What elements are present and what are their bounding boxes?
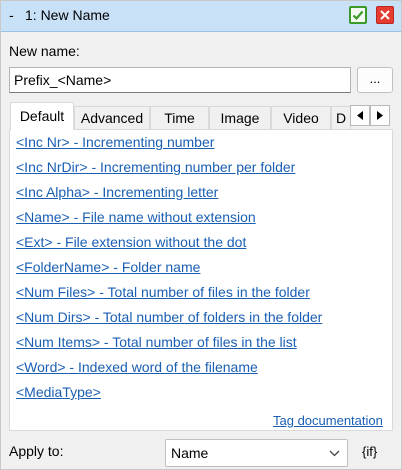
tab-video[interactable]: Video <box>271 106 331 130</box>
tag-link-ext[interactable]: <Ext> - File extension without the dot <box>16 234 246 250</box>
tag-link-num-items[interactable]: <Num Items> - Total number of files in t… <box>16 334 297 350</box>
tag-link-word[interactable]: <Word> - Indexed word of the filename <box>16 359 258 375</box>
arrow-left-icon <box>357 111 363 120</box>
close-button[interactable] <box>376 6 394 24</box>
tab-image[interactable]: Image <box>209 106 271 130</box>
checkmark-icon <box>352 10 364 21</box>
new-name-panel: - 1: New Name New name: Prefix_<Name> ..… <box>0 0 402 470</box>
chevron-down-icon <box>329 450 340 457</box>
tag-link-foldername[interactable]: <FolderName> - Folder name <box>16 259 200 275</box>
panel-title: 1: New Name <box>25 7 110 23</box>
tab-advanced[interactable]: Advanced <box>74 106 150 130</box>
close-icon <box>380 10 390 20</box>
condition-label[interactable]: {if} <box>362 444 377 459</box>
tag-link-num-files[interactable]: <Num Files> - Total number of files in t… <box>16 284 310 300</box>
tag-link-num-dirs[interactable]: <Num Dirs> - Total number of folders in … <box>16 309 322 325</box>
new-name-label: New name: <box>9 43 80 59</box>
browse-button[interactable]: ... <box>357 67 393 93</box>
tab-d[interactable]: D <box>331 106 351 130</box>
tag-link-inc-nrdir[interactable]: <Inc NrDir> - Incrementing number per fo… <box>16 159 295 175</box>
arrow-right-icon <box>377 111 383 120</box>
new-name-input[interactable]: Prefix_<Name> <box>9 67 351 93</box>
tag-link-inc-nr[interactable]: <Inc Nr> - Incrementing number <box>16 134 214 150</box>
apply-to-label: Apply to: <box>9 443 64 459</box>
tab-time[interactable]: Time <box>150 106 209 130</box>
apply-to-select[interactable]: Name <box>165 439 348 467</box>
tab-default[interactable]: Default <box>10 102 74 130</box>
tag-link-mediatype[interactable]: <MediaType> <box>16 384 101 400</box>
panel-titlebar[interactable]: - 1: New Name <box>1 1 401 32</box>
tab-scroll-right-button[interactable] <box>370 105 390 126</box>
tag-link-inc-alpha[interactable]: <Inc Alpha> - Incrementing letter <box>16 184 218 200</box>
tag-documentation-link[interactable]: Tag documentation <box>273 413 383 428</box>
tab-scroll-left-button[interactable] <box>350 105 370 126</box>
confirm-button[interactable] <box>349 6 367 24</box>
apply-to-value: Name <box>171 445 209 461</box>
collapse-toggle[interactable]: - <box>9 7 14 23</box>
tag-link-name[interactable]: <Name> - File name without extension <box>16 209 256 225</box>
